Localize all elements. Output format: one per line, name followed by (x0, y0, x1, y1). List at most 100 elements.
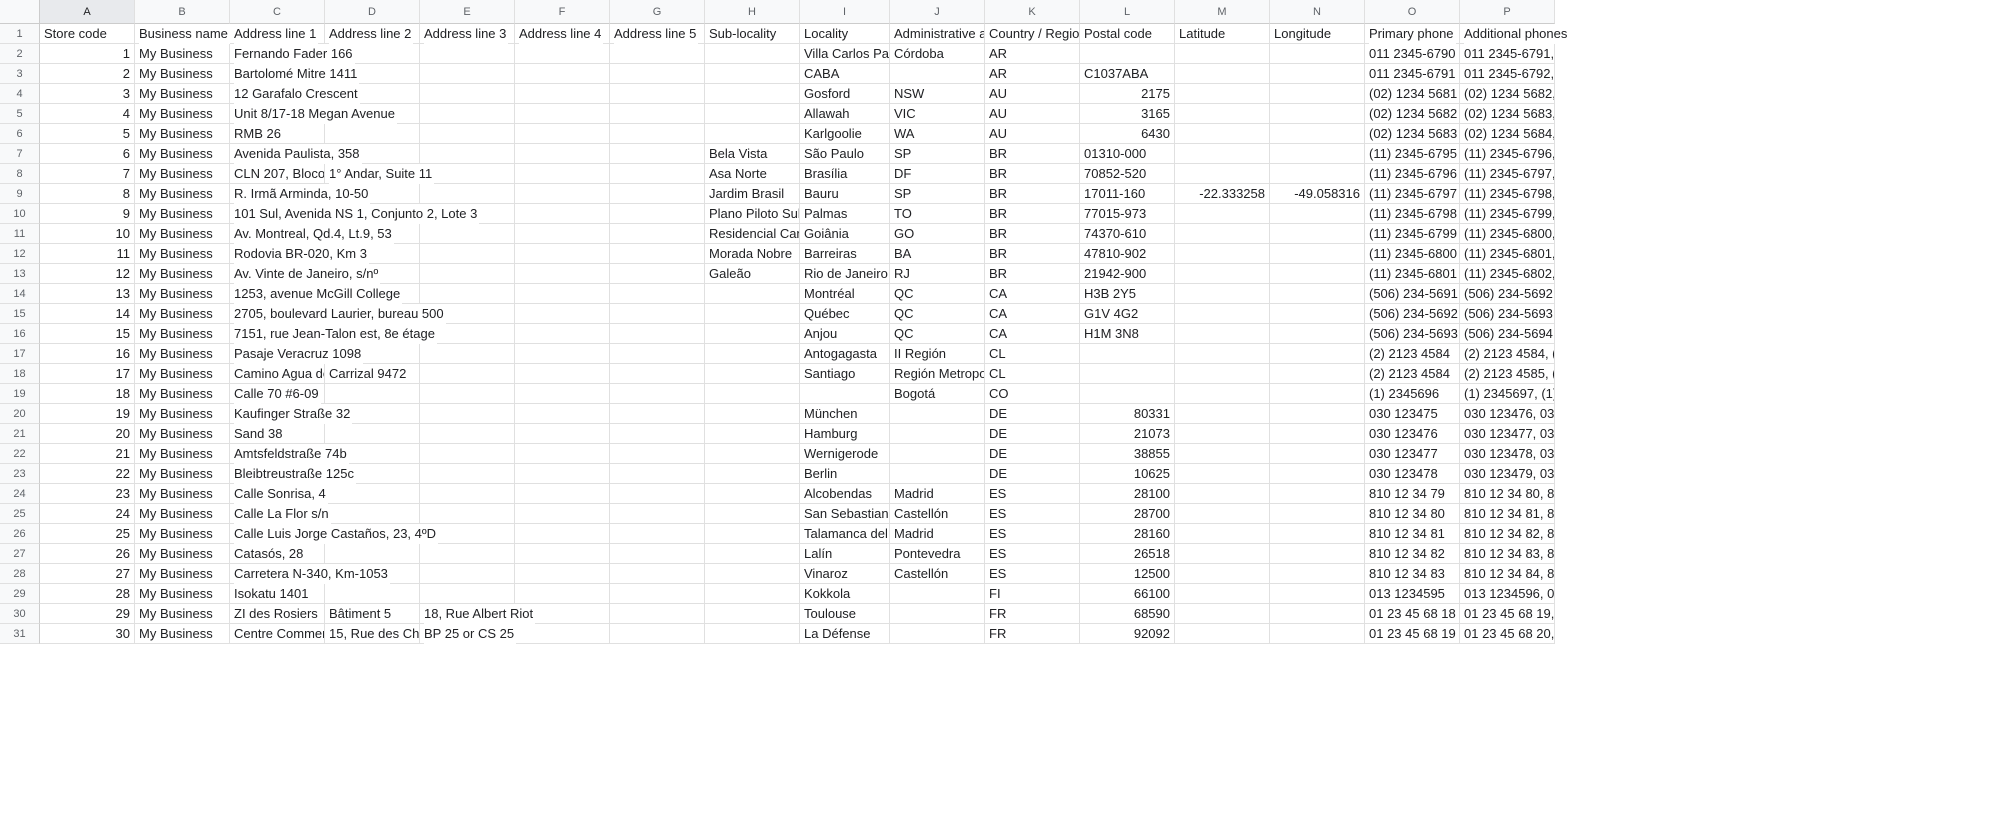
cell-P2[interactable]: 011 2345-6791, 0 (1460, 44, 1555, 64)
cell-G3[interactable] (610, 64, 705, 84)
cell-P28[interactable]: 810 12 34 84, 81 (1460, 564, 1555, 584)
row-header-23[interactable]: 23 (0, 464, 40, 484)
cell-O21[interactable]: 030 123476 (1365, 424, 1460, 444)
cell-M8[interactable] (1175, 164, 1270, 184)
cell-F4[interactable] (515, 84, 610, 104)
cell-O7[interactable]: (11) 2345-6795 (1365, 144, 1460, 164)
header-cell-K[interactable]: Country / Region (985, 24, 1080, 44)
cell-O10[interactable]: (11) 2345-6798 (1365, 204, 1460, 224)
cell-N24[interactable] (1270, 484, 1365, 504)
cell-C18[interactable]: Camino Agua del (230, 364, 325, 384)
cell-A19[interactable]: 18 (40, 384, 135, 404)
cell-C22[interactable]: Amtsfeldstraße 74b (230, 444, 325, 464)
cell-M31[interactable] (1175, 624, 1270, 644)
cell-E25[interactable] (420, 504, 515, 524)
cell-M15[interactable] (1175, 304, 1270, 324)
cell-D21[interactable] (325, 424, 420, 444)
cell-G26[interactable] (610, 524, 705, 544)
cell-D18[interactable]: Carrizal 9472 (325, 364, 420, 384)
cell-F10[interactable] (515, 204, 610, 224)
cell-P15[interactable]: (506) 234-5693, (1460, 304, 1555, 324)
cell-E4[interactable] (420, 84, 515, 104)
cell-C3[interactable]: Bartolomé Mitre 1411 (230, 64, 325, 84)
cell-L22[interactable]: 38855 (1080, 444, 1175, 464)
cell-A11[interactable]: 10 (40, 224, 135, 244)
cell-H31[interactable] (705, 624, 800, 644)
cell-C9[interactable]: R. Irmã Arminda, 10-50 (230, 184, 325, 204)
cell-F29[interactable] (515, 584, 610, 604)
cell-I21[interactable]: Hamburg (800, 424, 890, 444)
cell-G20[interactable] (610, 404, 705, 424)
cell-L12[interactable]: 47810-902 (1080, 244, 1175, 264)
cell-O19[interactable]: (1) 2345696 (1365, 384, 1460, 404)
cell-E28[interactable] (420, 564, 515, 584)
row-header-17[interactable]: 17 (0, 344, 40, 364)
cell-J8[interactable]: DF (890, 164, 985, 184)
cell-M17[interactable] (1175, 344, 1270, 364)
cell-J29[interactable] (890, 584, 985, 604)
cell-F23[interactable] (515, 464, 610, 484)
cell-A8[interactable]: 7 (40, 164, 135, 184)
cell-D19[interactable] (325, 384, 420, 404)
cell-D8[interactable]: 1° Andar, Suite 11 (325, 164, 420, 184)
cell-J27[interactable]: Pontevedra (890, 544, 985, 564)
row-header-28[interactable]: 28 (0, 564, 40, 584)
cell-N17[interactable] (1270, 344, 1365, 364)
cell-O16[interactable]: (506) 234-5693 (1365, 324, 1460, 344)
cell-K27[interactable]: ES (985, 544, 1080, 564)
cell-J13[interactable]: RJ (890, 264, 985, 284)
cell-M6[interactable] (1175, 124, 1270, 144)
cell-K29[interactable]: FI (985, 584, 1080, 604)
cell-O15[interactable]: (506) 234-5692 (1365, 304, 1460, 324)
cell-C6[interactable]: RMB 26 (230, 124, 325, 144)
col-header-A[interactable]: A (40, 0, 135, 24)
cell-A31[interactable]: 30 (40, 624, 135, 644)
cell-B3[interactable]: My Business (135, 64, 230, 84)
cell-H23[interactable] (705, 464, 800, 484)
cell-O12[interactable]: (11) 2345-6800 (1365, 244, 1460, 264)
row-header-14[interactable]: 14 (0, 284, 40, 304)
cell-J16[interactable]: QC (890, 324, 985, 344)
cell-J25[interactable]: Castellón (890, 504, 985, 524)
cell-B13[interactable]: My Business (135, 264, 230, 284)
row-header-29[interactable]: 29 (0, 584, 40, 604)
cell-I8[interactable]: Brasília (800, 164, 890, 184)
cell-H22[interactable] (705, 444, 800, 464)
cell-F5[interactable] (515, 104, 610, 124)
cell-K30[interactable]: FR (985, 604, 1080, 624)
cell-F31[interactable] (515, 624, 610, 644)
cell-M22[interactable] (1175, 444, 1270, 464)
cell-J18[interactable]: Región Metropol (890, 364, 985, 384)
cell-E11[interactable] (420, 224, 515, 244)
cell-P16[interactable]: (506) 234-5694, (1460, 324, 1555, 344)
cell-N23[interactable] (1270, 464, 1365, 484)
cell-O11[interactable]: (11) 2345-6799 (1365, 224, 1460, 244)
cell-O5[interactable]: (02) 1234 5682 (1365, 104, 1460, 124)
cell-K14[interactable]: CA (985, 284, 1080, 304)
cell-B8[interactable]: My Business (135, 164, 230, 184)
cell-G4[interactable] (610, 84, 705, 104)
cell-N30[interactable] (1270, 604, 1365, 624)
cell-J14[interactable]: QC (890, 284, 985, 304)
cell-C12[interactable]: Rodovia BR-020, Km 3 (230, 244, 325, 264)
cell-H27[interactable] (705, 544, 800, 564)
col-header-N[interactable]: N (1270, 0, 1365, 24)
cell-F11[interactable] (515, 224, 610, 244)
cell-F20[interactable] (515, 404, 610, 424)
cell-L17[interactable] (1080, 344, 1175, 364)
cell-I10[interactable]: Palmas (800, 204, 890, 224)
cell-O26[interactable]: 810 12 34 81 (1365, 524, 1460, 544)
header-cell-A[interactable]: Store code (40, 24, 135, 44)
cell-A9[interactable]: 8 (40, 184, 135, 204)
cell-C13[interactable]: Av. Vinte de Janeiro, s/nº (230, 264, 325, 284)
header-cell-H[interactable]: Sub-locality (705, 24, 800, 44)
cell-J12[interactable]: BA (890, 244, 985, 264)
row-header-15[interactable]: 15 (0, 304, 40, 324)
cell-B12[interactable]: My Business (135, 244, 230, 264)
header-cell-C[interactable]: Address line 1 (230, 24, 325, 44)
cell-H12[interactable]: Morada Nobre (705, 244, 800, 264)
cell-O4[interactable]: (02) 1234 5681 (1365, 84, 1460, 104)
cell-F22[interactable] (515, 444, 610, 464)
cell-J19[interactable]: Bogotá (890, 384, 985, 404)
cell-C17[interactable]: Pasaje Veracruz 1098 (230, 344, 325, 364)
